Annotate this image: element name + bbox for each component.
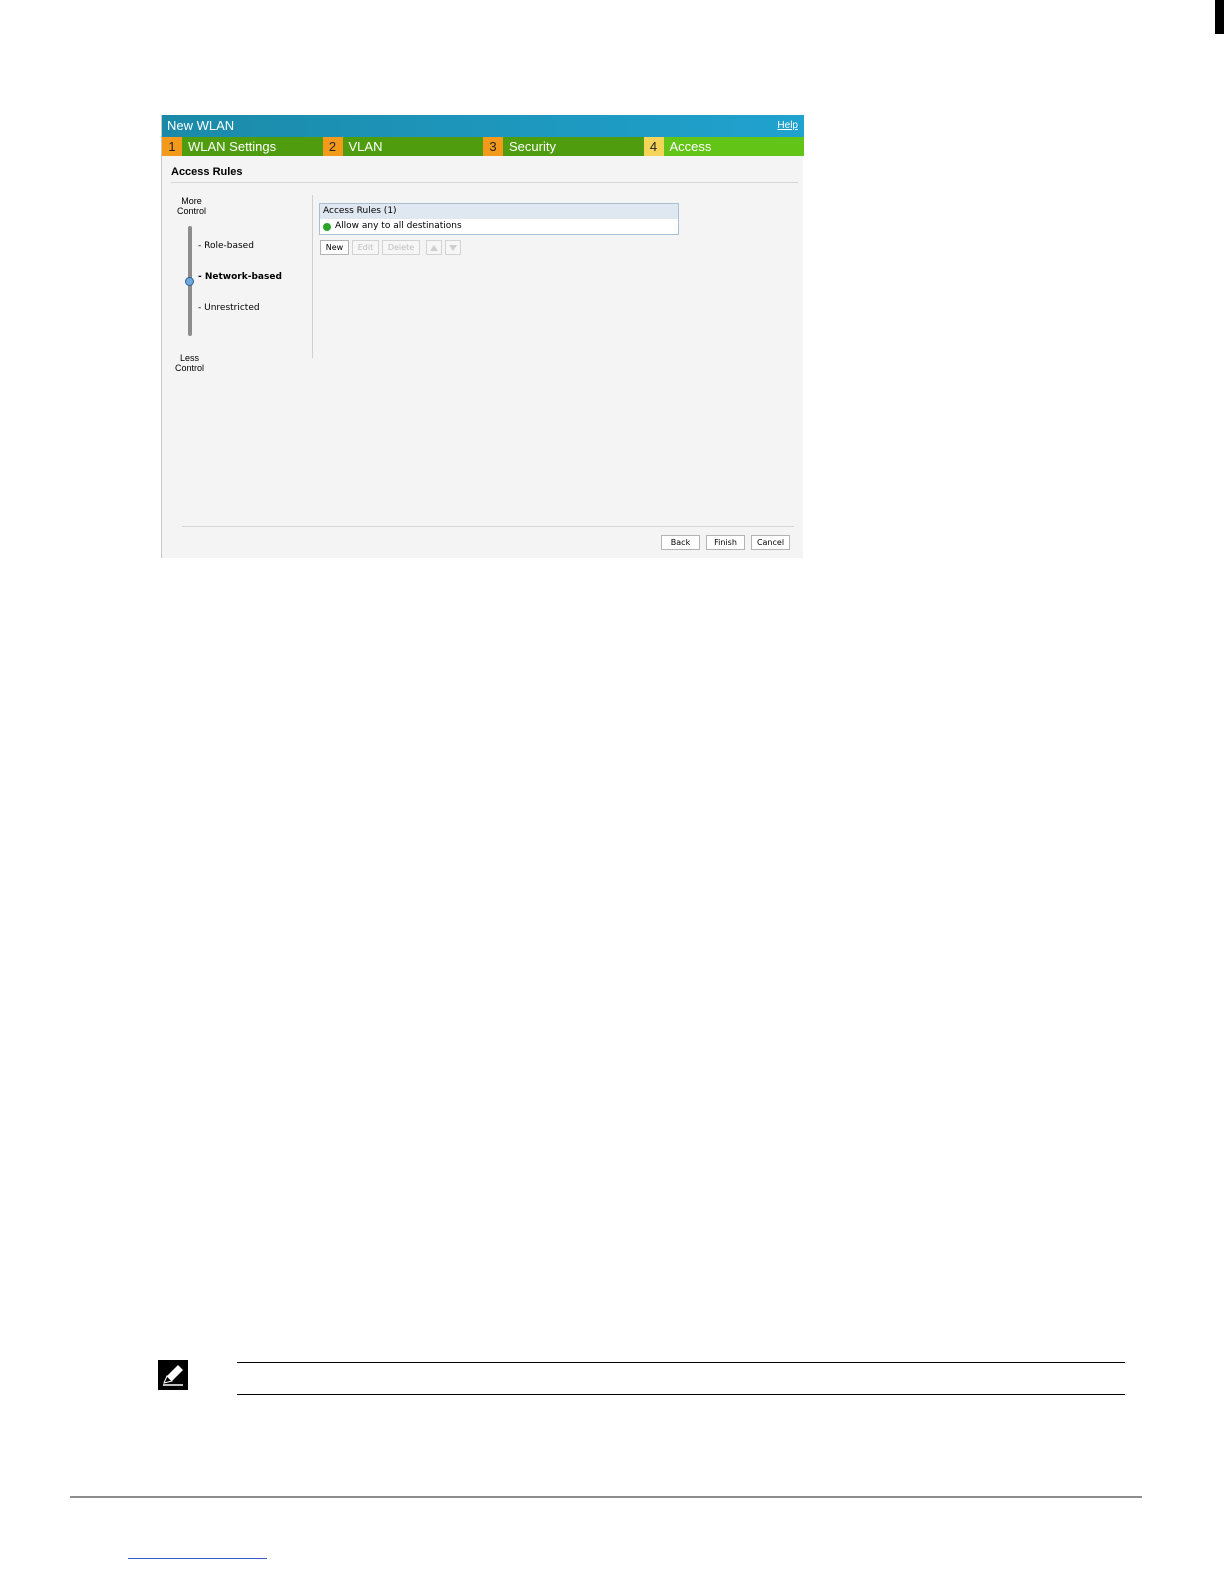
move-down-button[interactable] (445, 240, 461, 255)
step-label: Security (509, 139, 556, 154)
level-unrestricted[interactable]: - Unrestricted (198, 303, 260, 313)
delete-rule-button[interactable]: Delete (382, 240, 420, 255)
access-rules-list: Access Rules (1) Allow any to all destin… (319, 203, 679, 235)
list-item[interactable]: Allow any to all destinations (320, 219, 678, 234)
panel-divider (312, 195, 313, 358)
arrow-up-icon (430, 244, 438, 251)
rules-toolbar: New Edit Delete (320, 240, 461, 255)
pencil-note-icon (158, 1360, 188, 1390)
finish-button[interactable]: Finish (706, 535, 745, 550)
more-control-text: More Control (177, 196, 207, 216)
rule-text: Allow any to all destinations (335, 221, 462, 231)
note-bottom-rule (237, 1394, 1125, 1395)
step-number: 1 (162, 137, 182, 156)
cancel-button[interactable]: Cancel (751, 535, 790, 550)
step-label: VLAN (348, 139, 383, 154)
wizard-footer-buttons: Back Finish Cancel (661, 535, 790, 550)
more-control-label: More Control (177, 196, 206, 216)
access-control-slider: More Control - Role-based - Network-base… (162, 193, 314, 378)
edit-rule-button[interactable]: Edit (352, 240, 379, 255)
wizard-title-bar: New WLAN Help (162, 115, 804, 137)
footer-divider (182, 526, 794, 527)
access-rules-header: Access Rules (1) (320, 204, 678, 219)
step-number: 4 (643, 137, 664, 156)
step-access[interactable]: 4 Access (643, 137, 804, 156)
less-control-label: Less Control (175, 353, 204, 373)
move-up-button[interactable] (426, 240, 442, 255)
footer-link-underline[interactable] (128, 1558, 267, 1559)
help-link[interactable]: Help (777, 120, 798, 131)
step-label: WLAN Settings (188, 139, 277, 154)
step-vlan[interactable]: 2 VLAN (322, 137, 483, 156)
step-security[interactable]: 3 Security (483, 137, 644, 156)
section-divider (171, 182, 798, 183)
wizard-steps: 1 WLAN Settings 2 VLAN 3 Security 4 Acce… (162, 137, 804, 156)
step-wlan-settings[interactable]: 1 WLAN Settings (162, 137, 323, 156)
slider-knob[interactable] (185, 277, 194, 286)
level-network-based[interactable]: - Network-based (198, 272, 282, 282)
back-button[interactable]: Back (661, 535, 700, 550)
page-footer-rule (70, 1496, 1142, 1498)
section-title: Access Rules (171, 166, 243, 178)
step-label: Access (669, 139, 712, 154)
step-number: 3 (483, 137, 503, 156)
new-wlan-wizard: New WLAN Help 1 WLAN Settings 2 VLAN 3 S… (161, 115, 804, 558)
step-number: 2 (322, 137, 343, 156)
less-control-text: Less Control (175, 353, 205, 373)
status-dot-icon (323, 222, 331, 231)
new-rule-button[interactable]: New (320, 240, 349, 255)
arrow-down-icon (449, 244, 457, 251)
note-top-rule (237, 1362, 1125, 1363)
wizard-title: New WLAN (167, 118, 235, 133)
level-role-based[interactable]: - Role-based (198, 241, 254, 251)
page-edge-bar (1215, 0, 1224, 34)
